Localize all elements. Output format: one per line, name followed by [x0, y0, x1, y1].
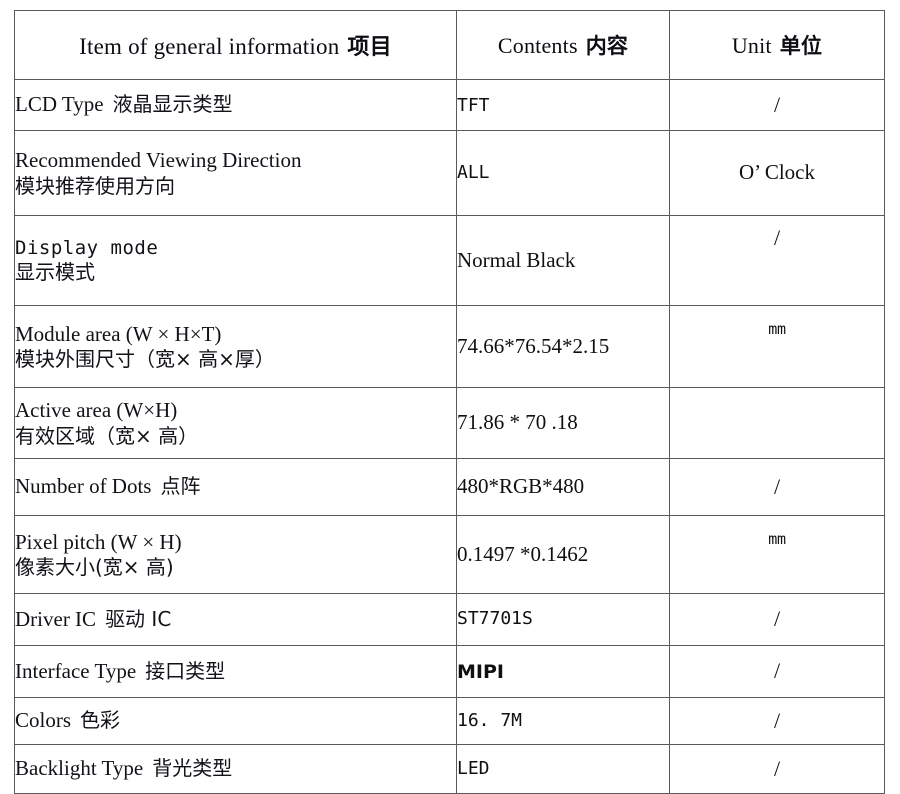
- table-row: Driver IC 驱动 IC ST7701S /: [14, 593, 885, 646]
- table-row: Module area (W × H×T) 模块外围尺寸（宽× 高×厚） 74.6…: [14, 305, 885, 388]
- row-label-en: Display mode: [15, 236, 159, 259]
- row-label-en: Recommended Viewing Direction: [15, 148, 302, 172]
- row-label-en: Driver IC: [15, 606, 97, 631]
- row-label-number-of-dots: Number of Dots 点阵: [14, 458, 457, 516]
- row-label-en: Number of Dots: [15, 474, 152, 499]
- row-label-cn: 背光类型: [152, 756, 233, 781]
- row-label-driver-ic: Driver IC 驱动 IC: [14, 593, 457, 646]
- row-label-cn: 色彩: [80, 708, 121, 733]
- row-content-lcd-type: TFT: [456, 79, 670, 131]
- row-label-cn: 模块推荐使用方向: [15, 173, 175, 198]
- row-label-lcd-type: LCD Type 液晶显示类型: [14, 79, 457, 131]
- table-row: LCD Type 液晶显示类型 TFT /: [14, 79, 885, 131]
- row-label-pixel-pitch: Pixel pitch (W × H) 像素大小(宽× 高): [14, 515, 457, 594]
- column-header-item: Item of general information 项目: [14, 10, 457, 80]
- row-label-cn: 像素大小(宽× 高): [15, 555, 174, 580]
- row-label-cn: 接口类型: [145, 658, 226, 683]
- row-label-cn: 有效区域（宽× 高）: [15, 423, 199, 448]
- column-header-contents-cn: 内容: [585, 34, 629, 58]
- row-unit-number-of-dots: /: [669, 458, 885, 516]
- row-label-en: Backlight Type: [15, 756, 144, 781]
- row-label-colors: Colors 色彩: [14, 697, 457, 745]
- row-label-cn: 显示模式: [15, 259, 95, 284]
- row-content-viewing-direction: ALL: [456, 130, 670, 216]
- row-label-cn: 液晶显示类型: [112, 92, 233, 117]
- table-row: Display mode 显示模式 Normal Black /: [14, 215, 885, 306]
- row-unit-display-mode: /: [669, 215, 885, 306]
- row-label-en: Active area (W×H): [15, 398, 178, 422]
- row-content-active-area: 71.86 * 70 .18: [456, 387, 670, 459]
- column-header-unit-en: Unit: [731, 33, 772, 58]
- column-header-contents-en: Contents: [497, 33, 578, 58]
- row-unit-viewing-direction: O’ Clock: [669, 130, 885, 216]
- column-header-item-cn: 项目: [347, 35, 392, 60]
- general-specifications-table: Item of general information 项目 Contents 内容…: [14, 10, 885, 794]
- row-label-interface-type: Interface Type 接口类型: [14, 645, 457, 698]
- column-header-unit: Unit 单位: [669, 10, 885, 80]
- table-row: Recommended Viewing Direction 模块推荐使用方向 AL…: [14, 130, 885, 216]
- row-content-colors: 16. 7M: [456, 697, 670, 745]
- row-content-backlight-type: LED: [456, 744, 670, 794]
- row-unit-backlight-type: /: [669, 744, 885, 794]
- row-unit-interface-type: /: [669, 645, 885, 698]
- column-header-item-en: Item of general information: [79, 34, 340, 59]
- row-content-pixel-pitch: 0.1497 *0.1462: [456, 515, 670, 594]
- table-header-row: Item of general information 项目 Contents 内容…: [14, 10, 885, 80]
- table-row: Colors 色彩 16. 7M /: [14, 697, 885, 745]
- row-content-interface-type: MIPI: [456, 645, 670, 698]
- row-content-display-mode: Normal Black: [456, 215, 670, 306]
- table-row: Active area (W×H) 有效区域（宽× 高） 71.86 * 70 .…: [14, 387, 885, 459]
- row-content-module-area: 74.66*76.54*2.15: [456, 305, 670, 388]
- row-label-en: Pixel pitch (W × H): [15, 529, 182, 554]
- row-label-en: Interface Type: [15, 658, 137, 683]
- row-unit-pixel-pitch: mm: [669, 515, 885, 594]
- row-content-driver-ic: ST7701S: [456, 593, 670, 646]
- row-content-number-of-dots: 480*RGB*480: [456, 458, 670, 516]
- column-header-unit-cn: 单位: [779, 34, 823, 58]
- table-row: Pixel pitch (W × H) 像素大小(宽× 高) 0.1497 *0.…: [14, 515, 885, 594]
- row-label-module-area: Module area (W × H×T) 模块外围尺寸（宽× 高×厚）: [14, 305, 457, 388]
- column-header-contents: Contents 内容: [456, 10, 670, 80]
- row-unit-active-area: [669, 387, 885, 459]
- table-row: Interface Type 接口类型 MIPI /: [14, 645, 885, 698]
- table-row: Backlight Type 背光类型 LED /: [14, 744, 885, 794]
- row-unit-driver-ic: /: [669, 593, 885, 646]
- row-label-cn: 模块外围尺寸（宽× 高×厚）: [15, 347, 275, 372]
- row-label-active-area: Active area (W×H) 有效区域（宽× 高）: [14, 387, 457, 459]
- row-unit-lcd-type: /: [669, 79, 885, 131]
- row-label-backlight-type: Backlight Type 背光类型: [14, 744, 457, 794]
- row-label-cn: 驱动 IC: [105, 606, 172, 631]
- document-page: Item of general information 项目 Contents 内容…: [0, 0, 900, 794]
- row-unit-colors: /: [669, 697, 885, 745]
- table-row: Number of Dots 点阵 480*RGB*480 /: [14, 458, 885, 516]
- row-label-cn: 点阵: [160, 474, 201, 499]
- row-label-display-mode: Display mode 显示模式: [14, 215, 457, 306]
- row-label-viewing-direction: Recommended Viewing Direction 模块推荐使用方向: [14, 130, 457, 216]
- row-label-en: LCD Type: [15, 92, 104, 117]
- row-label-en: Module area (W × H×T): [15, 321, 222, 346]
- row-unit-module-area: mm: [669, 305, 885, 388]
- row-label-en: Colors: [15, 708, 72, 733]
